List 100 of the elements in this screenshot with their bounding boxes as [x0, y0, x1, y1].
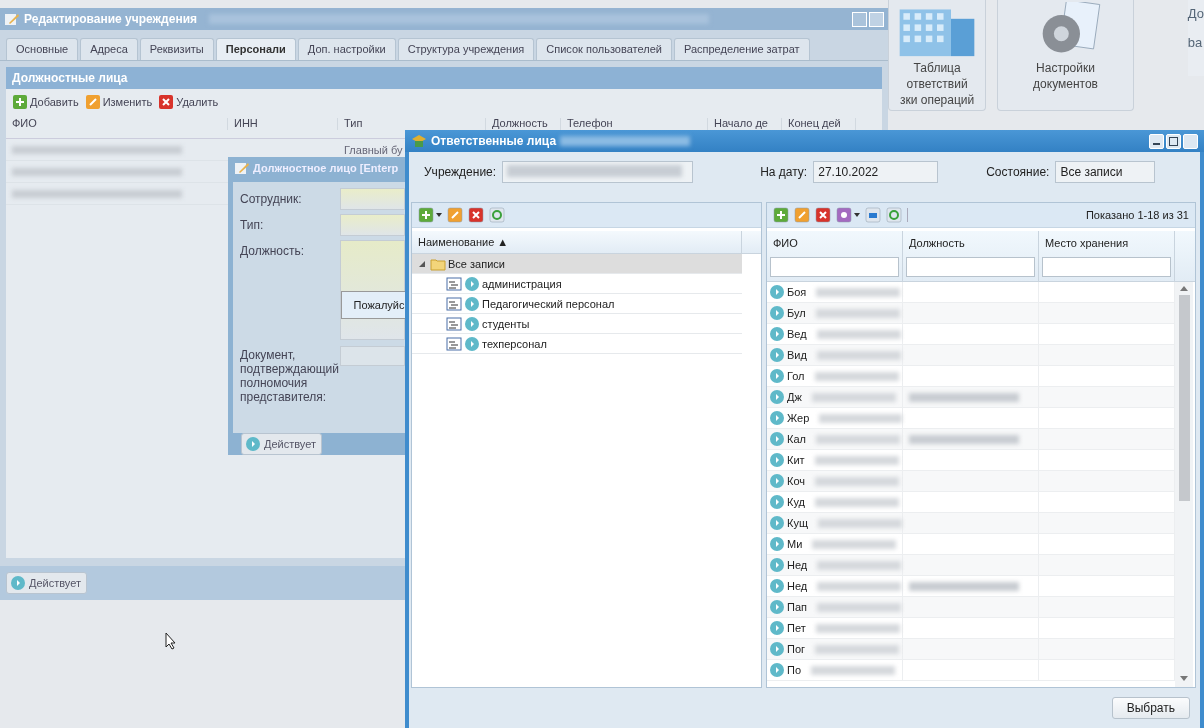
table-row[interactable]: Гол	[767, 366, 1175, 387]
status-button[interactable]: Действует	[6, 572, 88, 594]
loading-popup: Пожалуйс	[340, 291, 408, 320]
table-row[interactable]: Коч	[767, 471, 1175, 492]
tab[interactable]: Структура учреждения	[397, 38, 535, 60]
toolbar-button[interactable]	[468, 207, 484, 223]
toolbar-button[interactable]	[836, 207, 860, 223]
tab[interactable]: Реквизиты	[139, 38, 214, 60]
tab[interactable]: Основные	[6, 38, 79, 60]
play-icon	[769, 431, 785, 447]
select-button[interactable]: Выбрать	[1111, 697, 1190, 719]
table-row[interactable]: Нед	[767, 555, 1175, 576]
table-cell: Кущ	[787, 516, 808, 530]
gear-icon	[836, 207, 852, 223]
scroll-thumb[interactable]	[1178, 295, 1190, 501]
table-cell: Жер	[787, 411, 810, 425]
delete-icon	[815, 207, 831, 223]
table-row[interactable]: Пап	[767, 597, 1175, 618]
pencil-icon	[794, 207, 810, 223]
table-row[interactable]: Вид	[767, 345, 1175, 366]
delete-icon	[158, 94, 175, 110]
play-icon	[769, 452, 785, 468]
tab[interactable]: Доп. настройки	[297, 38, 396, 60]
field-label: Учреждение:	[424, 165, 497, 179]
input-field[interactable]: Все записи	[1055, 161, 1156, 183]
table-row[interactable]: Ми	[767, 534, 1175, 555]
expand-arrow-icon[interactable]	[418, 259, 426, 268]
filter-field[interactable]	[906, 257, 1035, 277]
tree-label: Педагогический персонал	[482, 297, 615, 310]
table-row[interactable]: Куд	[767, 492, 1175, 513]
column-header[interactable]: ФИО	[770, 237, 899, 249]
tree-label: Все записи	[448, 257, 505, 270]
toolbar-button[interactable]	[418, 207, 442, 223]
scrollbar[interactable]	[1175, 282, 1193, 687]
tree-label: техперсонал	[482, 337, 547, 350]
tree-row[interactable]: Все записи	[412, 254, 742, 274]
toolbar-button[interactable]: Удалить	[158, 94, 219, 110]
refresh-icon	[886, 207, 902, 223]
play-icon	[769, 578, 785, 594]
side-text: До	[1187, 6, 1204, 21]
play-icon	[769, 515, 785, 531]
table-row[interactable]: Кущ	[767, 513, 1175, 534]
table-row[interactable]: Жер	[767, 408, 1175, 429]
tree-row[interactable]: техперсонал	[412, 334, 742, 354]
table-cell: Нед	[787, 579, 808, 593]
table-row[interactable]: По	[767, 660, 1175, 681]
tab[interactable]: Персонали	[215, 38, 296, 60]
tree-row[interactable]: Педагогический персонал	[412, 294, 742, 314]
list-icon	[446, 275, 462, 292]
play-icon	[769, 536, 785, 552]
input-field[interactable]	[502, 161, 694, 183]
filter-field[interactable]	[1042, 257, 1171, 277]
tree-row[interactable]: студенты	[412, 314, 742, 334]
scroll-up-icon[interactable]	[1180, 286, 1188, 291]
table-row[interactable]: Кит	[767, 450, 1175, 471]
play-icon	[769, 389, 785, 405]
minimize-button[interactable]	[1149, 133, 1164, 149]
dialog-title: Должностное лицо [Enterp	[253, 161, 399, 174]
toolbar-button[interactable]: Добавить	[12, 94, 79, 110]
tab[interactable]: Список пользователей	[536, 38, 672, 60]
input-field[interactable]	[339, 188, 405, 211]
tree-row[interactable]: администрация	[412, 274, 742, 294]
tab[interactable]: Адреса	[80, 38, 138, 60]
desktop-tile[interactable]: Таблица ответствий зки операций	[888, 0, 987, 111]
tab[interactable]: Распределение затрат	[673, 38, 810, 60]
table-row[interactable]: Пет	[767, 618, 1175, 639]
pencil-icon	[84, 94, 101, 110]
table-row[interactable]: Пог	[767, 639, 1175, 660]
panel-title: Должностные лица	[6, 67, 882, 89]
text-area[interactable]: Пожалуйс	[339, 240, 405, 341]
input-field[interactable]	[339, 214, 405, 237]
play-icon	[769, 305, 785, 321]
column-header[interactable]: ФИО	[6, 118, 228, 130]
table-cell: Боя	[787, 285, 807, 299]
input-field[interactable]	[339, 346, 405, 367]
input-field[interactable]: 27.10.2022	[813, 161, 939, 183]
table-cell: Пап	[787, 600, 807, 614]
table-row[interactable]: Кал	[767, 429, 1175, 450]
toolbar-button[interactable]: Изменить	[84, 94, 153, 110]
column-header[interactable]: Должность	[906, 237, 1035, 249]
play-icon	[769, 284, 785, 300]
pencil-icon	[447, 207, 463, 223]
scroll-down-icon[interactable]	[1180, 676, 1188, 681]
column-header[interactable]: ИНН	[228, 118, 338, 130]
table-row[interactable]: Дж	[767, 387, 1175, 408]
maximize-button[interactable]	[1166, 133, 1181, 149]
status-button[interactable]: Действует	[241, 433, 323, 455]
table-cell: По	[787, 663, 802, 677]
play-icon	[769, 326, 785, 342]
column-header[interactable]: Место хранения	[1042, 237, 1171, 249]
filter-field[interactable]	[770, 257, 899, 277]
table-row[interactable]: Боя	[767, 282, 1175, 303]
desktop-tile[interactable]: Настройки документов	[997, 0, 1134, 111]
table-row[interactable]: Бул	[767, 303, 1175, 324]
table-row[interactable]: Нед	[767, 576, 1175, 597]
toolbar-button[interactable]	[815, 207, 831, 223]
add-icon	[12, 94, 28, 110]
play-icon	[769, 368, 785, 384]
table-row[interactable]: Вед	[767, 324, 1175, 345]
table-cell: Бул	[787, 306, 806, 320]
